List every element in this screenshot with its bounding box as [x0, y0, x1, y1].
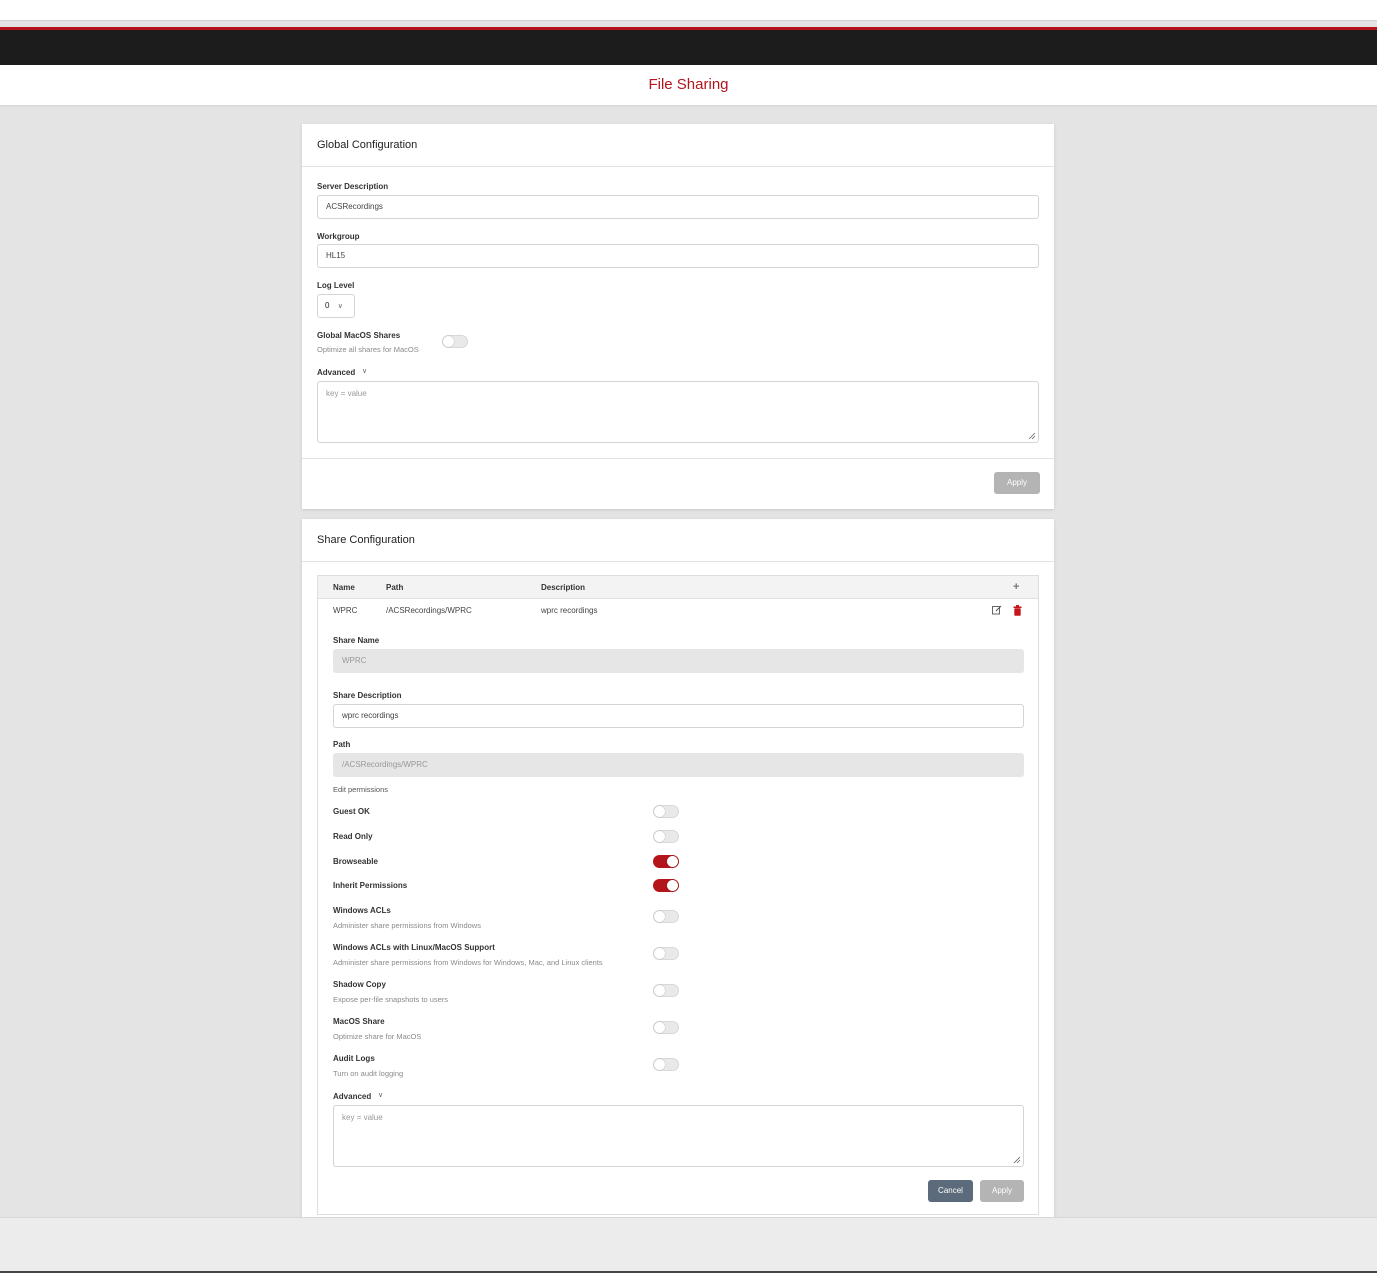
bottom-bar: [0, 1217, 1377, 1273]
log-level-value: 0: [325, 301, 330, 310]
shares-table-header: Name Path Description +: [318, 576, 1038, 599]
page-title: File Sharing: [648, 76, 729, 93]
guest-ok-toggle[interactable]: [653, 805, 679, 818]
share-configuration-card: Share Configuration Name Path Descriptio…: [302, 519, 1054, 1218]
windows-acls-description: Administer share permissions from Window…: [333, 921, 481, 930]
server-description-label: Server Description: [317, 182, 389, 191]
row-path: /ACSRecordings/WPRC: [386, 606, 472, 615]
global-advanced-textarea[interactable]: key = value: [317, 381, 1039, 443]
column-name: Name: [333, 583, 355, 592]
column-path: Path: [386, 583, 404, 592]
windows-acls-linux-label: Windows ACLs with Linux/MacOS Support: [333, 943, 495, 952]
workgroup-label: Workgroup: [317, 232, 360, 241]
shadow-copy-toggle[interactable]: [653, 984, 679, 997]
chevron-down-icon[interactable]: ∨: [362, 367, 367, 375]
server-description-input[interactable]: ACSRecordings: [317, 195, 1039, 219]
browseable-label: Browseable: [333, 857, 378, 866]
row-name: WPRC: [333, 606, 358, 615]
inherit-permissions-label: Inherit Permissions: [333, 881, 408, 890]
resize-handle-icon[interactable]: [1013, 1156, 1021, 1164]
workgroup-input[interactable]: HL15: [317, 244, 1039, 268]
delete-icon[interactable]: [1013, 605, 1022, 616]
browseable-toggle[interactable]: [653, 855, 679, 868]
windows-acls-linux-description: Administer share permissions from Window…: [333, 958, 603, 967]
windows-acls-linux-toggle[interactable]: [653, 947, 679, 960]
audit-logs-toggle[interactable]: [653, 1058, 679, 1071]
global-configuration-card: Global Configuration Server Description …: [302, 124, 1054, 509]
add-share-icon[interactable]: +: [1013, 576, 1019, 599]
app-top-bar: [0, 27, 1377, 65]
cancel-button[interactable]: Cancel: [928, 1180, 973, 1202]
global-macos-shares-description: Optimize all shares for MacOS: [317, 345, 419, 354]
edit-permissions-link[interactable]: Edit permissions: [333, 785, 388, 794]
path-label: Path: [333, 740, 351, 749]
macos-share-toggle[interactable]: [653, 1021, 679, 1034]
global-macos-shares-toggle[interactable]: [442, 335, 468, 348]
global-apply-button[interactable]: Apply: [994, 472, 1040, 494]
share-description-input[interactable]: wprc recordings: [333, 704, 1024, 728]
share-configuration-heading: Share Configuration: [302, 519, 1054, 562]
share-advanced-textarea[interactable]: key = value: [333, 1105, 1024, 1167]
shadow-copy-label: Shadow Copy: [333, 980, 386, 989]
path-input: /ACSRecordings/WPRC: [333, 753, 1024, 777]
advanced-toggle-label[interactable]: Advanced: [317, 368, 355, 377]
row-description: wprc recordings: [541, 606, 598, 615]
share-name-label: Share Name: [333, 636, 380, 645]
inherit-permissions-toggle[interactable]: [653, 879, 679, 892]
global-macos-shares-label: Global MacOS Shares: [317, 331, 401, 340]
share-advanced-toggle-label[interactable]: Advanced: [333, 1092, 371, 1101]
share-name-input: WPRC: [333, 649, 1024, 673]
share-description-label: Share Description: [333, 691, 402, 700]
read-only-toggle[interactable]: [653, 830, 679, 843]
shares-table: Name Path Description + WPRC /ACSRecordi…: [317, 575, 1039, 1215]
macos-share-description: Optimize share for MacOS: [333, 1032, 422, 1041]
macos-share-label: MacOS Share: [333, 1017, 385, 1026]
log-level-label: Log Level: [317, 281, 355, 290]
audit-logs-description: Turn on audit logging: [333, 1069, 404, 1078]
edit-icon[interactable]: [992, 605, 1002, 615]
log-level-select[interactable]: 0 ∨: [317, 294, 355, 318]
page-title-bar: File Sharing: [0, 65, 1377, 105]
chevron-down-icon[interactable]: ∨: [378, 1091, 383, 1099]
column-description: Description: [541, 583, 586, 592]
card-divider: [302, 458, 1054, 459]
audit-logs-label: Audit Logs: [333, 1054, 375, 1063]
chevron-down-icon: ∨: [337, 303, 343, 310]
advanced-placeholder: key = value: [342, 1113, 383, 1122]
read-only-label: Read Only: [333, 832, 373, 841]
shadow-copy-description: Expose per-file snapshots to users: [333, 995, 449, 1004]
windows-acls-label: Windows ACLs: [333, 906, 391, 915]
global-configuration-heading: Global Configuration: [302, 124, 1054, 167]
share-apply-button[interactable]: Apply: [980, 1180, 1024, 1202]
guest-ok-label: Guest OK: [333, 807, 370, 816]
windows-acls-toggle[interactable]: [653, 910, 679, 923]
advanced-placeholder: key = value: [326, 389, 367, 398]
resize-handle-icon[interactable]: [1028, 432, 1036, 440]
browser-top-strip: [0, 0, 1377, 21]
